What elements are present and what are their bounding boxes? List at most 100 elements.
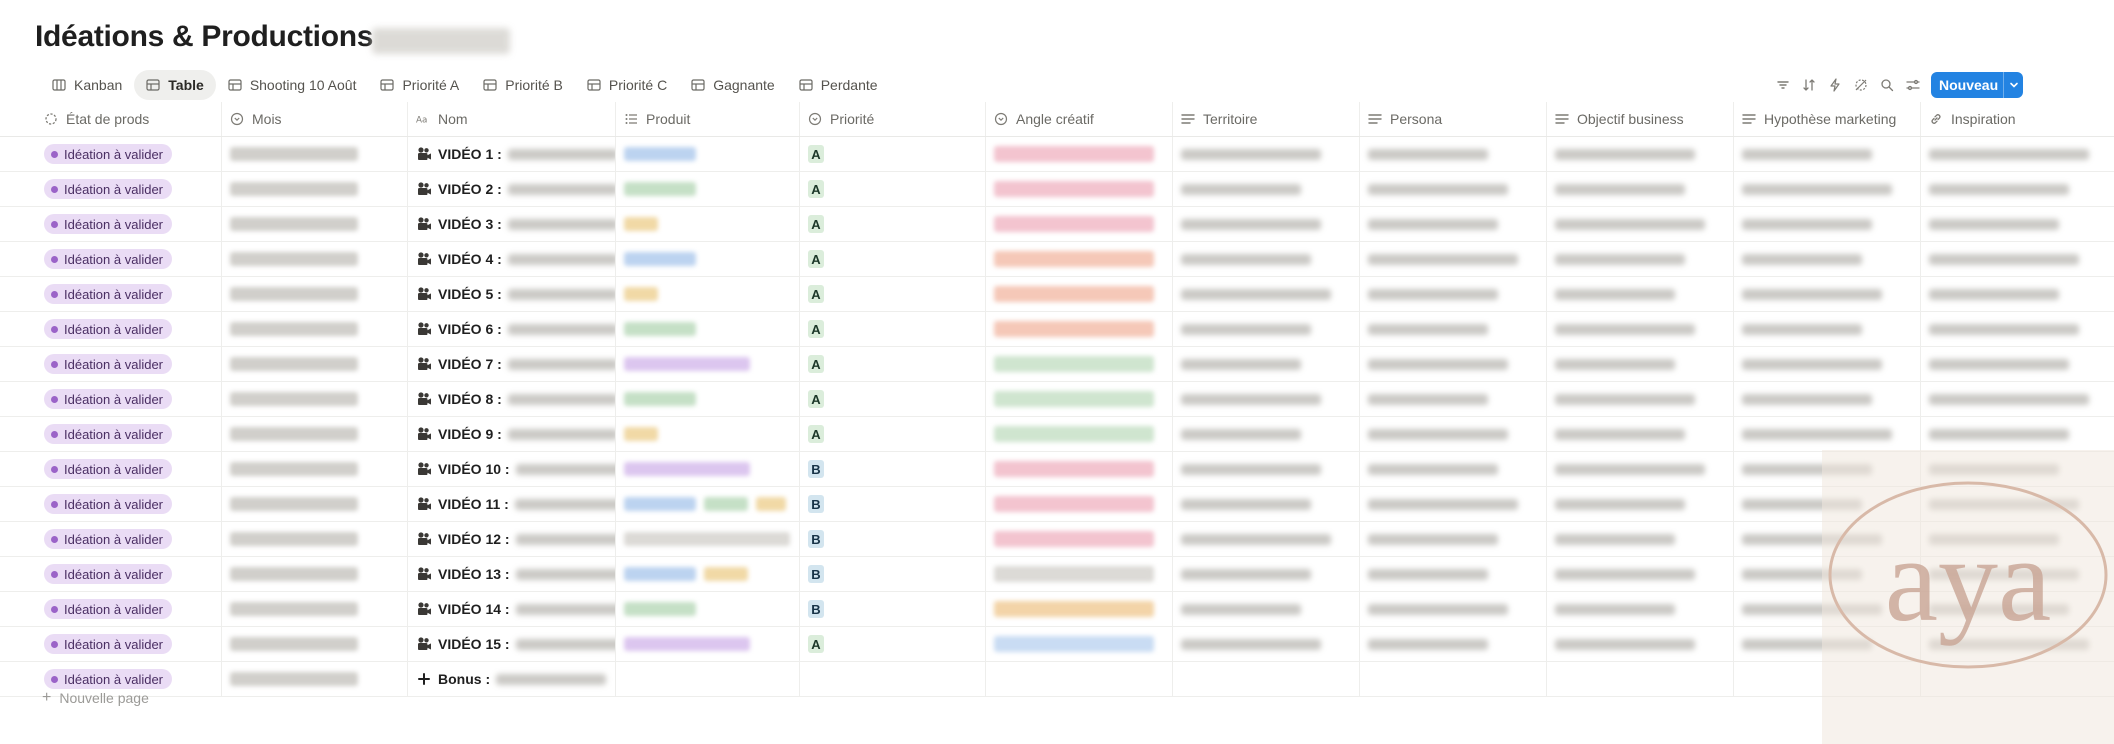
column-header[interactable]: Mois — [222, 102, 408, 136]
text-cell[interactable] — [1547, 207, 1734, 241]
month-cell[interactable] — [222, 382, 408, 416]
text-cell[interactable] — [1921, 347, 2114, 381]
angle-cell[interactable] — [986, 662, 1173, 696]
text-cell[interactable] — [1734, 347, 1921, 381]
text-cell[interactable] — [1921, 242, 2114, 276]
table-row[interactable]: Idéation à valider VIDÉO 7 : A — [0, 347, 2114, 382]
filter-icon[interactable] — [1770, 72, 1796, 98]
hide-icon[interactable] — [1848, 72, 1874, 98]
name-cell[interactable]: VIDÉO 6 : — [408, 312, 616, 346]
product-cell[interactable] — [616, 277, 800, 311]
priority-cell[interactable] — [800, 662, 986, 696]
priority-cell[interactable]: A — [800, 242, 986, 276]
product-cell[interactable] — [616, 207, 800, 241]
month-cell[interactable] — [222, 627, 408, 661]
product-cell[interactable] — [616, 382, 800, 416]
text-cell[interactable] — [1173, 487, 1360, 521]
month-cell[interactable] — [222, 662, 408, 696]
table-row[interactable]: Idéation à valider VIDÉO 15 : A — [0, 627, 2114, 662]
month-cell[interactable] — [222, 312, 408, 346]
text-cell[interactable] — [1360, 592, 1547, 626]
tab-shooting-10-ao-t[interactable]: Shooting 10 Août — [216, 70, 369, 100]
column-header[interactable]: Hypothèse marketing — [1734, 102, 1921, 136]
name-cell[interactable]: VIDÉO 12 : — [408, 522, 616, 556]
product-cell[interactable] — [616, 487, 800, 521]
product-cell[interactable] — [616, 557, 800, 591]
month-cell[interactable] — [222, 347, 408, 381]
status-cell[interactable]: Idéation à valider — [36, 347, 222, 381]
angle-cell[interactable] — [986, 487, 1173, 521]
month-cell[interactable] — [222, 487, 408, 521]
text-cell[interactable] — [1547, 312, 1734, 346]
month-cell[interactable] — [222, 172, 408, 206]
text-cell[interactable] — [1734, 277, 1921, 311]
priority-cell[interactable]: B — [800, 487, 986, 521]
column-header[interactable]: Territoire — [1173, 102, 1360, 136]
name-cell[interactable]: VIDÉO 9 : — [408, 417, 616, 451]
table-row[interactable]: Idéation à valider VIDÉO 9 : A — [0, 417, 2114, 452]
text-cell[interactable] — [1360, 417, 1547, 451]
month-cell[interactable] — [222, 242, 408, 276]
table-row[interactable]: Idéation à valider VIDÉO 14 : B — [0, 592, 2114, 627]
name-cell[interactable]: VIDÉO 1 : — [408, 137, 616, 171]
product-cell[interactable] — [616, 242, 800, 276]
status-cell[interactable]: Idéation à valider — [36, 592, 222, 626]
product-cell[interactable] — [616, 417, 800, 451]
text-cell[interactable] — [1547, 242, 1734, 276]
text-cell[interactable] — [1734, 207, 1921, 241]
text-cell[interactable] — [1173, 312, 1360, 346]
name-cell[interactable]: VIDÉO 2 : — [408, 172, 616, 206]
table-row[interactable]: Idéation à valider VIDÉO 6 : A — [0, 312, 2114, 347]
new-button[interactable]: Nouveau — [1931, 72, 2023, 98]
product-cell[interactable] — [616, 312, 800, 346]
status-cell[interactable]: Idéation à valider — [36, 312, 222, 346]
text-cell[interactable] — [1173, 557, 1360, 591]
name-cell[interactable]: VIDÉO 14 : — [408, 592, 616, 626]
month-cell[interactable] — [222, 522, 408, 556]
name-cell[interactable]: VIDÉO 10 : — [408, 452, 616, 486]
tab-perdante[interactable]: Perdante — [787, 70, 890, 100]
text-cell[interactable] — [1360, 522, 1547, 556]
new-page-button[interactable]: + Nouvelle page — [42, 690, 149, 707]
priority-cell[interactable]: B — [800, 557, 986, 591]
text-cell[interactable] — [1921, 172, 2114, 206]
table-row[interactable]: Idéation à valider Bonus : — [0, 662, 2114, 697]
text-cell[interactable] — [1173, 522, 1360, 556]
table-row[interactable]: Idéation à valider VIDÉO 5 : A — [0, 277, 2114, 312]
angle-cell[interactable] — [986, 382, 1173, 416]
angle-cell[interactable] — [986, 347, 1173, 381]
text-cell[interactable] — [1921, 277, 2114, 311]
priority-cell[interactable]: B — [800, 592, 986, 626]
angle-cell[interactable] — [986, 627, 1173, 661]
text-cell[interactable] — [1360, 452, 1547, 486]
text-cell[interactable] — [1173, 592, 1360, 626]
tab-priorit-a[interactable]: Priorité A — [368, 70, 471, 100]
name-cell[interactable]: VIDÉO 8 : — [408, 382, 616, 416]
column-header[interactable]: Persona — [1360, 102, 1547, 136]
text-cell[interactable] — [1547, 172, 1734, 206]
status-cell[interactable]: Idéation à valider — [36, 522, 222, 556]
product-cell[interactable] — [616, 627, 800, 661]
tab-gagnante[interactable]: Gagnante — [679, 70, 787, 100]
name-cell[interactable]: VIDÉO 4 : — [408, 242, 616, 276]
text-cell[interactable] — [1173, 277, 1360, 311]
angle-cell[interactable] — [986, 592, 1173, 626]
table-row[interactable]: Idéation à valider VIDÉO 1 : A — [0, 137, 2114, 172]
priority-cell[interactable]: A — [800, 137, 986, 171]
text-cell[interactable] — [1921, 207, 2114, 241]
angle-cell[interactable] — [986, 172, 1173, 206]
name-cell[interactable]: VIDÉO 11 : — [408, 487, 616, 521]
angle-cell[interactable] — [986, 312, 1173, 346]
angle-cell[interactable] — [986, 522, 1173, 556]
text-cell[interactable] — [1921, 312, 2114, 346]
automation-icon[interactable] — [1822, 72, 1848, 98]
text-cell[interactable] — [1360, 347, 1547, 381]
status-cell[interactable]: Idéation à valider — [36, 627, 222, 661]
text-cell[interactable] — [1547, 417, 1734, 451]
text-cell[interactable] — [1360, 662, 1547, 696]
text-cell[interactable] — [1360, 137, 1547, 171]
priority-cell[interactable]: B — [800, 522, 986, 556]
text-cell[interactable] — [1173, 242, 1360, 276]
text-cell[interactable] — [1734, 382, 1921, 416]
angle-cell[interactable] — [986, 137, 1173, 171]
